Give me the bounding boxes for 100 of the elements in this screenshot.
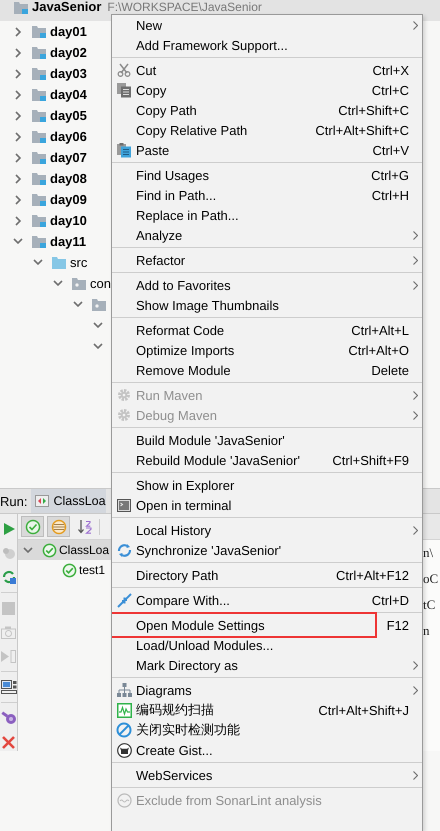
menu-item[interactable]: Remove Module — [136, 362, 231, 378]
menu-item[interactable]: Find Usages — [136, 168, 209, 182]
chevron-down-icon[interactable] — [53, 280, 63, 287]
chevron-right-icon[interactable] — [14, 174, 22, 184]
console-text: tC — [423, 596, 436, 614]
tree-item[interactable]: day06 — [50, 129, 87, 144]
path-text: F:\WORKSPACE\JavaSenior — [107, 0, 262, 14]
menu-item[interactable]: Replace in Path... — [136, 208, 239, 222]
tree-item[interactable]: day07 — [50, 150, 87, 165]
chevron-right-icon[interactable] — [14, 48, 22, 58]
toolbar-button[interactable] — [47, 516, 70, 537]
menu-item[interactable]: Local History — [136, 522, 212, 538]
chevron-right-icon[interactable] — [14, 26, 22, 36]
shortcut-text: Ctrl+Alt+O — [348, 342, 409, 358]
tree-item[interactable]: day02 — [50, 45, 87, 60]
shortcut-text: Ctrl+H — [372, 188, 409, 202]
shortcut-text: Ctrl+Alt+Shift+J — [318, 702, 409, 718]
chevron-down-icon[interactable] — [13, 238, 23, 245]
menu-item[interactable]: Reformat Code — [136, 322, 224, 338]
chevron-right-icon[interactable] — [14, 152, 22, 162]
menu-item[interactable]: Analyze — [136, 228, 182, 242]
module-folder-icon — [32, 67, 46, 80]
layout-icon[interactable] — [0, 680, 16, 694]
chevron-right-icon[interactable] — [14, 132, 22, 142]
menu-item[interactable]: New — [136, 18, 162, 32]
tree-item[interactable]: day10 — [50, 213, 87, 228]
menu-item[interactable]: Show in Explorer — [136, 478, 234, 492]
menu-item[interactable]: Refactor — [136, 252, 186, 268]
module-folder-icon — [32, 130, 46, 143]
menu-item[interactable]: Add Framework Support... — [136, 38, 288, 52]
close-icon[interactable] — [2, 736, 15, 748]
menu-item[interactable]: Diagrams — [136, 682, 192, 698]
shortcut-text: Ctrl+Alt+Shift+C — [315, 122, 409, 138]
tree-item[interactable]: day11 — [50, 234, 86, 249]
menu-item[interactable]: Show Image Thumbnails — [136, 298, 279, 312]
menu-item[interactable]: Directory Path — [136, 568, 218, 582]
test-item[interactable]: test1 — [79, 563, 106, 577]
hierarchy-icon — [116, 683, 132, 697]
sort-icon — [76, 518, 92, 534]
plugin-icon[interactable] — [0, 710, 16, 726]
menu-item[interactable]: Rebuild Module 'JavaSenior' — [136, 452, 300, 468]
chevron-right-icon[interactable] — [14, 110, 22, 120]
shortcut-text: Ctrl+G — [371, 168, 409, 182]
chevron-right-icon[interactable] — [14, 90, 22, 100]
menu-item[interactable]: Find in Path... — [136, 188, 216, 202]
chevron-down-icon[interactable] — [93, 343, 103, 350]
chevron-right-icon[interactable] — [14, 68, 22, 78]
menu-item[interactable]: Load/Unload Modules... — [136, 638, 274, 652]
shortcut-text: F12 — [386, 618, 409, 632]
package-folder-icon — [72, 278, 86, 290]
tree-item[interactable]: JavaSenior — [32, 0, 102, 14]
folder-icon — [52, 256, 66, 268]
menu-item[interactable]: Paste — [136, 142, 170, 158]
menu-item[interactable]: Mark Directory as — [136, 658, 238, 672]
menu-item[interactable]: Open Module Settings — [136, 618, 265, 632]
module-folder-icon — [32, 88, 46, 101]
check-circle-icon — [62, 562, 77, 578]
module-folder-icon — [32, 193, 46, 206]
tree-item[interactable]: src — [70, 255, 88, 270]
run-tab[interactable]: ClassLoa — [31, 489, 106, 513]
menu-item[interactable]: Copy Path — [136, 102, 197, 118]
shortcut-text: Ctrl+X — [372, 62, 409, 78]
chevron-down-icon[interactable] — [93, 322, 103, 329]
menu-item[interactable]: Copy Relative Path — [136, 122, 248, 138]
gear-icon — [117, 408, 131, 422]
tree-item[interactable]: day04 — [50, 87, 87, 102]
chevron-right-icon[interactable] — [14, 216, 22, 226]
menu-item[interactable]: Synchronize 'JavaSenior' — [136, 542, 282, 558]
chevron-right-icon[interactable] — [14, 194, 22, 204]
tree-item[interactable]: con — [90, 276, 111, 291]
menu-item[interactable]: Open in terminal — [136, 498, 232, 512]
console-text: n — [423, 622, 430, 640]
menu-item[interactable]: 关闭实时检测功能 — [136, 721, 240, 739]
tree-item[interactable]: day09 — [50, 192, 87, 207]
menu-item[interactable]: Build Module 'JavaSenior' — [136, 432, 285, 448]
terminal-icon — [117, 498, 131, 512]
run-icon[interactable] — [2, 522, 16, 536]
chevron-down-icon[interactable] — [73, 301, 83, 308]
menu-item[interactable]: Cut — [136, 62, 156, 78]
chevron-down-icon[interactable] — [33, 259, 43, 266]
tree-item[interactable]: day08 — [50, 171, 87, 186]
menu-item[interactable]: Optimize Imports — [136, 342, 234, 358]
menu-item[interactable]: Add to Favorites — [136, 278, 231, 292]
test-config-icon — [35, 495, 50, 507]
menu-item[interactable]: Copy — [136, 82, 166, 98]
rerun-icon[interactable] — [0, 569, 16, 585]
menu-item[interactable]: Compare With... — [136, 592, 230, 608]
tree-item[interactable]: day05 — [50, 108, 87, 123]
menu-item[interactable]: Create Gist... — [136, 742, 213, 758]
test-item[interactable]: ClassLoa — [59, 543, 110, 557]
shortcut-text: Delete — [371, 362, 409, 378]
tree-item[interactable]: day01 — [50, 24, 87, 39]
menu-item[interactable]: 编码规约扫描 — [136, 701, 214, 719]
module-folder-icon — [32, 235, 46, 248]
chevron-down-icon[interactable] — [23, 546, 33, 554]
check-circle-icon — [42, 542, 57, 558]
shortcut-text: Ctrl+D — [372, 592, 409, 608]
module-folder-icon — [14, 1, 28, 14]
menu-item[interactable]: WebServices — [136, 768, 212, 782]
tree-item[interactable]: day03 — [50, 66, 87, 81]
